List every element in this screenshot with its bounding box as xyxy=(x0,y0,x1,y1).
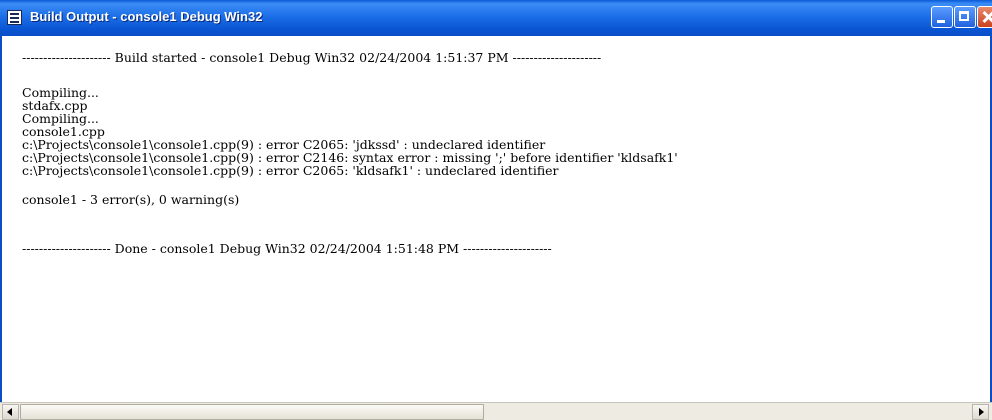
build-summary: console1 - 3 error(s), 0 warning(s) xyxy=(22,192,240,207)
build-done-banner: --------------------- Done - console1 De… xyxy=(22,241,552,256)
title-bar[interactable]: Build Output - console1 Debug Win32 xyxy=(0,0,992,36)
scroll-right-icon[interactable] xyxy=(972,404,989,420)
build-output-pane[interactable]: --------------------- Build started - co… xyxy=(2,36,988,400)
build-started-banner: --------------------- Build started - co… xyxy=(22,50,602,65)
window-title: Build Output - console1 Debug Win32 xyxy=(30,9,263,24)
scroll-left-icon[interactable] xyxy=(2,404,19,420)
error-line: c:\Projects\console1\console1.cpp(9) : e… xyxy=(22,163,559,178)
maximize-button[interactable] xyxy=(954,6,976,28)
minimize-button[interactable] xyxy=(931,6,953,28)
build-output-icon[interactable] xyxy=(7,10,22,25)
scrollbar-thumb[interactable] xyxy=(20,404,484,420)
close-button[interactable] xyxy=(977,6,992,28)
horizontal-scrollbar[interactable] xyxy=(0,402,992,420)
